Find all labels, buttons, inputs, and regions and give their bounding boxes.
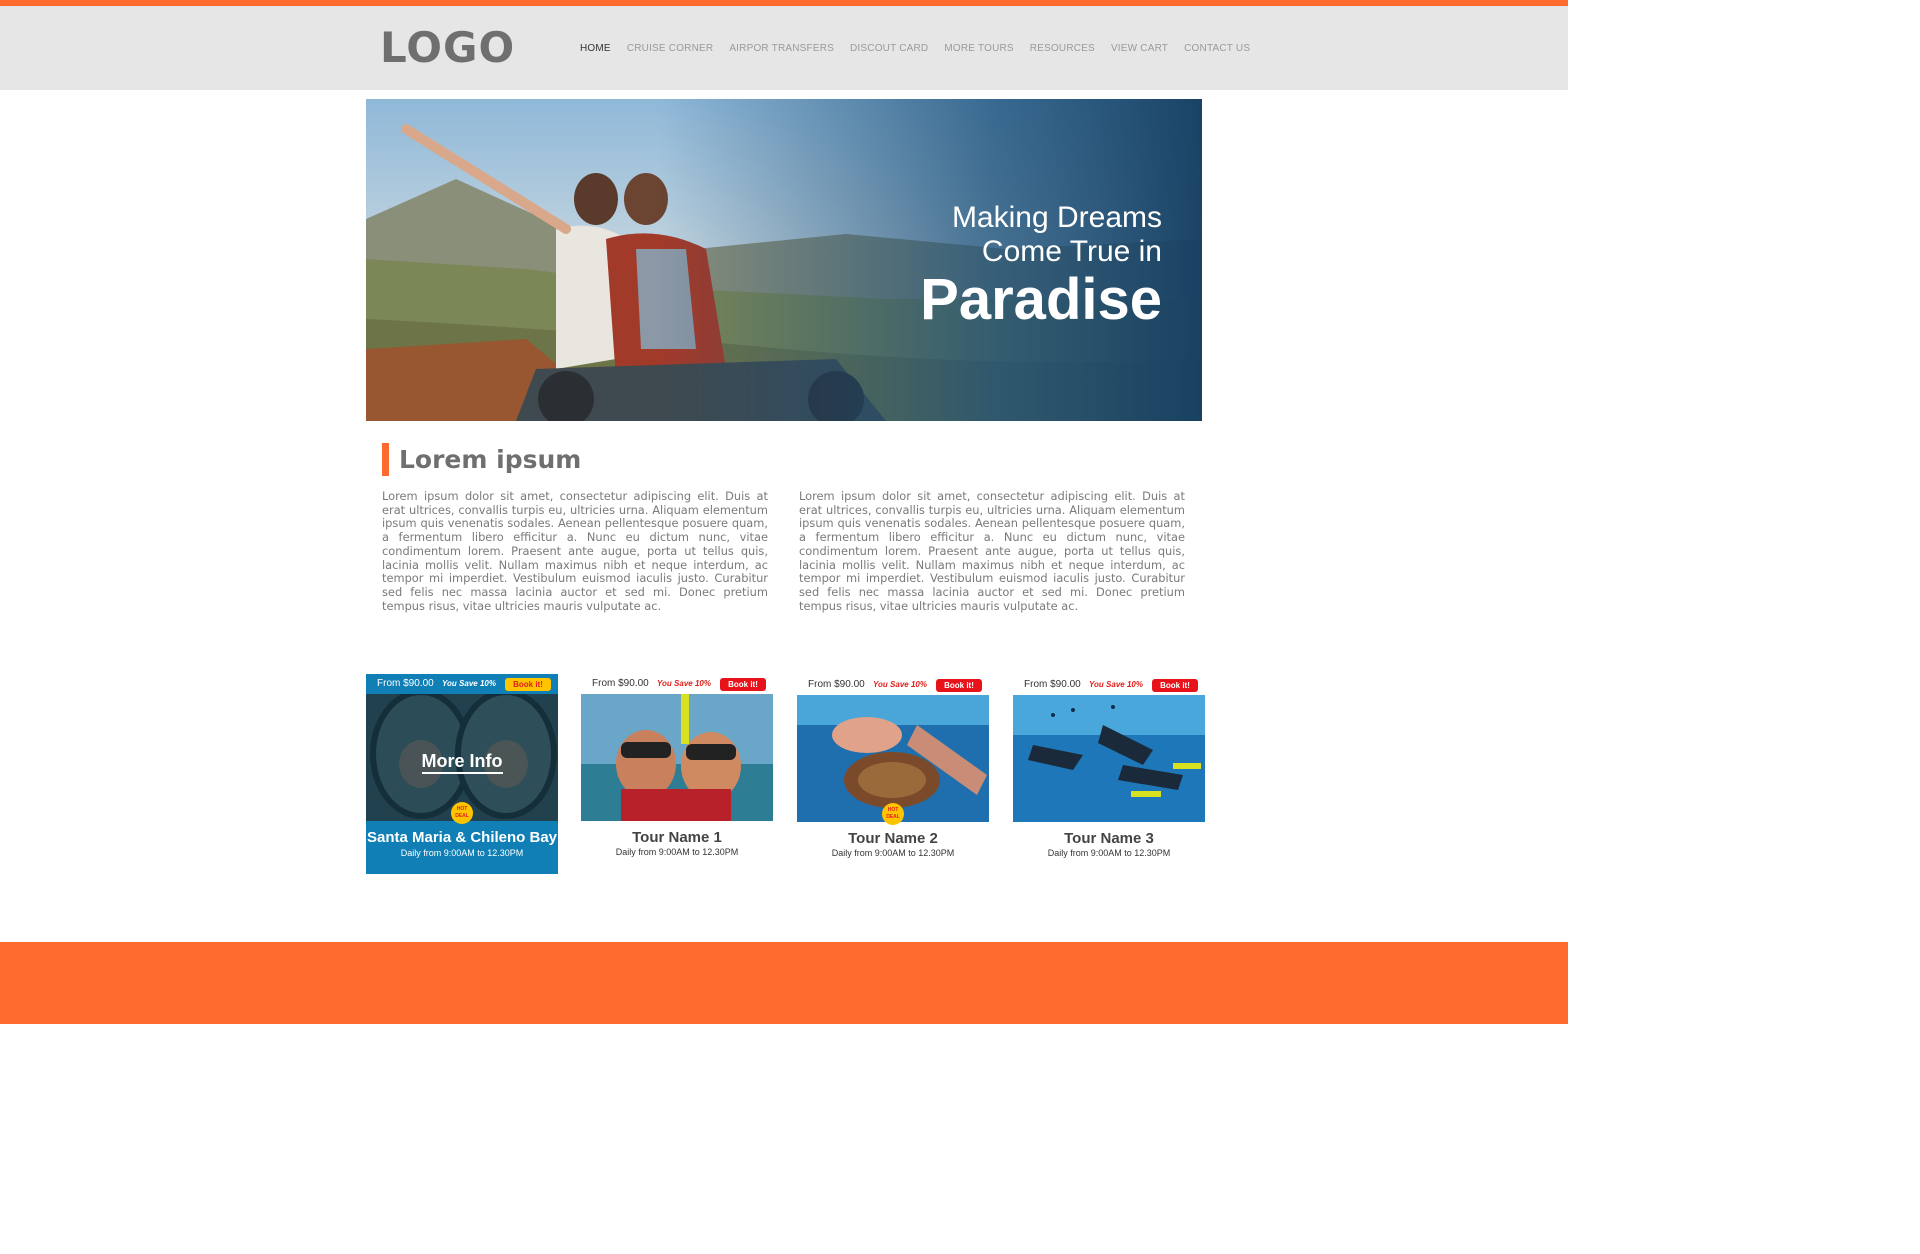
- nav-airport-transfers[interactable]: AIRPOR TRANSFERS: [729, 43, 834, 54]
- tour-savings: You Save 10%: [873, 680, 927, 689]
- site-header: LOGO HOME CRUISE CORNER AIRPOR TRANSFERS…: [0, 6, 1568, 90]
- price-row: From $90.00 You Save 10% Book it!: [797, 675, 989, 695]
- hero-headline: Making Dreams Come True in Paradise: [920, 201, 1162, 329]
- nav-contact-us[interactable]: CONTACT US: [1184, 43, 1250, 54]
- tour-savings: You Save 10%: [442, 679, 496, 688]
- kids-snorkeling-image: [581, 694, 773, 821]
- tour-schedule: Daily from 9:00AM to 12.30PM: [1047, 848, 1171, 858]
- tour-name: Santa Maria & Chileno Bay: [366, 829, 558, 846]
- hero-line-3: Paradise: [920, 267, 1162, 332]
- tour-schedule: Daily from 9:00AM to 12.30PM: [400, 848, 524, 858]
- book-it-button[interactable]: Book it!: [1152, 679, 1198, 692]
- price-row: From $90.00 You Save 10% Book it!: [581, 674, 773, 694]
- nav-cruise-corner[interactable]: CRUISE CORNER: [627, 43, 714, 54]
- tour-savings: You Save 10%: [657, 679, 711, 688]
- nav-resources[interactable]: RESOURCES: [1030, 43, 1095, 54]
- group-snorkeling-image: [1013, 695, 1205, 822]
- tour-name: Tour Name 3: [1064, 830, 1154, 847]
- tour-price: From $90.00: [377, 678, 434, 689]
- tour-price: From $90.00: [592, 678, 649, 689]
- nav-discount-card[interactable]: DISCOUT CARD: [850, 43, 928, 54]
- more-info-link[interactable]: More Info: [366, 751, 558, 774]
- tour-price: From $90.00: [808, 679, 865, 690]
- section-title: Lorem ipsum: [382, 443, 581, 476]
- nav-home[interactable]: HOME: [580, 43, 611, 54]
- tour-savings: You Save 10%: [1089, 680, 1143, 689]
- hot-deal-badge: HOT DEAL: [451, 802, 473, 824]
- tour-schedule: Daily from 9:00AM to 12.30PM: [831, 848, 955, 858]
- tour-photo: [1013, 695, 1205, 822]
- book-it-button[interactable]: Book it!: [720, 678, 766, 691]
- price-row: From $90.00 You Save 10% Book it!: [366, 674, 558, 694]
- main-nav: HOME CRUISE CORNER AIRPOR TRANSFERS DISC…: [580, 43, 1266, 54]
- tour-card-featured[interactable]: From $90.00 You Save 10% Book it! More I…: [366, 674, 558, 874]
- tour-card-2[interactable]: From $90.00 You Save 10% Book it! HOT DE…: [797, 674, 989, 874]
- price-row: From $90.00 You Save 10% Book it!: [1013, 675, 1205, 695]
- hero-line-2: Come True in: [981, 235, 1162, 268]
- hero-line-1: Making Dreams: [951, 201, 1162, 234]
- nav-more-tours[interactable]: MORE TOURS: [944, 43, 1013, 54]
- tour-name: Tour Name 2: [848, 830, 938, 847]
- tour-photo: [581, 694, 773, 821]
- intro-paragraph-right: Lorem ipsum dolor sit amet, consectetur …: [799, 489, 1185, 613]
- logo[interactable]: LOGO: [380, 26, 515, 70]
- hot-deal-badge: HOT DEAL: [882, 803, 904, 825]
- book-it-button[interactable]: Book it!: [936, 679, 982, 692]
- nav-view-cart[interactable]: VIEW CART: [1111, 43, 1168, 54]
- site-footer: [0, 942, 1568, 1024]
- tour-card-1[interactable]: From $90.00 You Save 10% Book it! Tour N…: [581, 674, 773, 874]
- tour-price: From $90.00: [1024, 679, 1081, 690]
- tour-schedule: Daily from 9:00AM to 12.30PM: [615, 847, 739, 857]
- hero-banner: Making Dreams Come True in Paradise: [366, 99, 1202, 421]
- tour-name: Tour Name 1: [632, 829, 722, 846]
- book-it-button[interactable]: Book it!: [505, 678, 551, 691]
- intro-paragraph-left: Lorem ipsum dolor sit amet, consectetur …: [382, 489, 768, 613]
- tour-card-3[interactable]: From $90.00 You Save 10% Book it! Tour N…: [1013, 674, 1205, 874]
